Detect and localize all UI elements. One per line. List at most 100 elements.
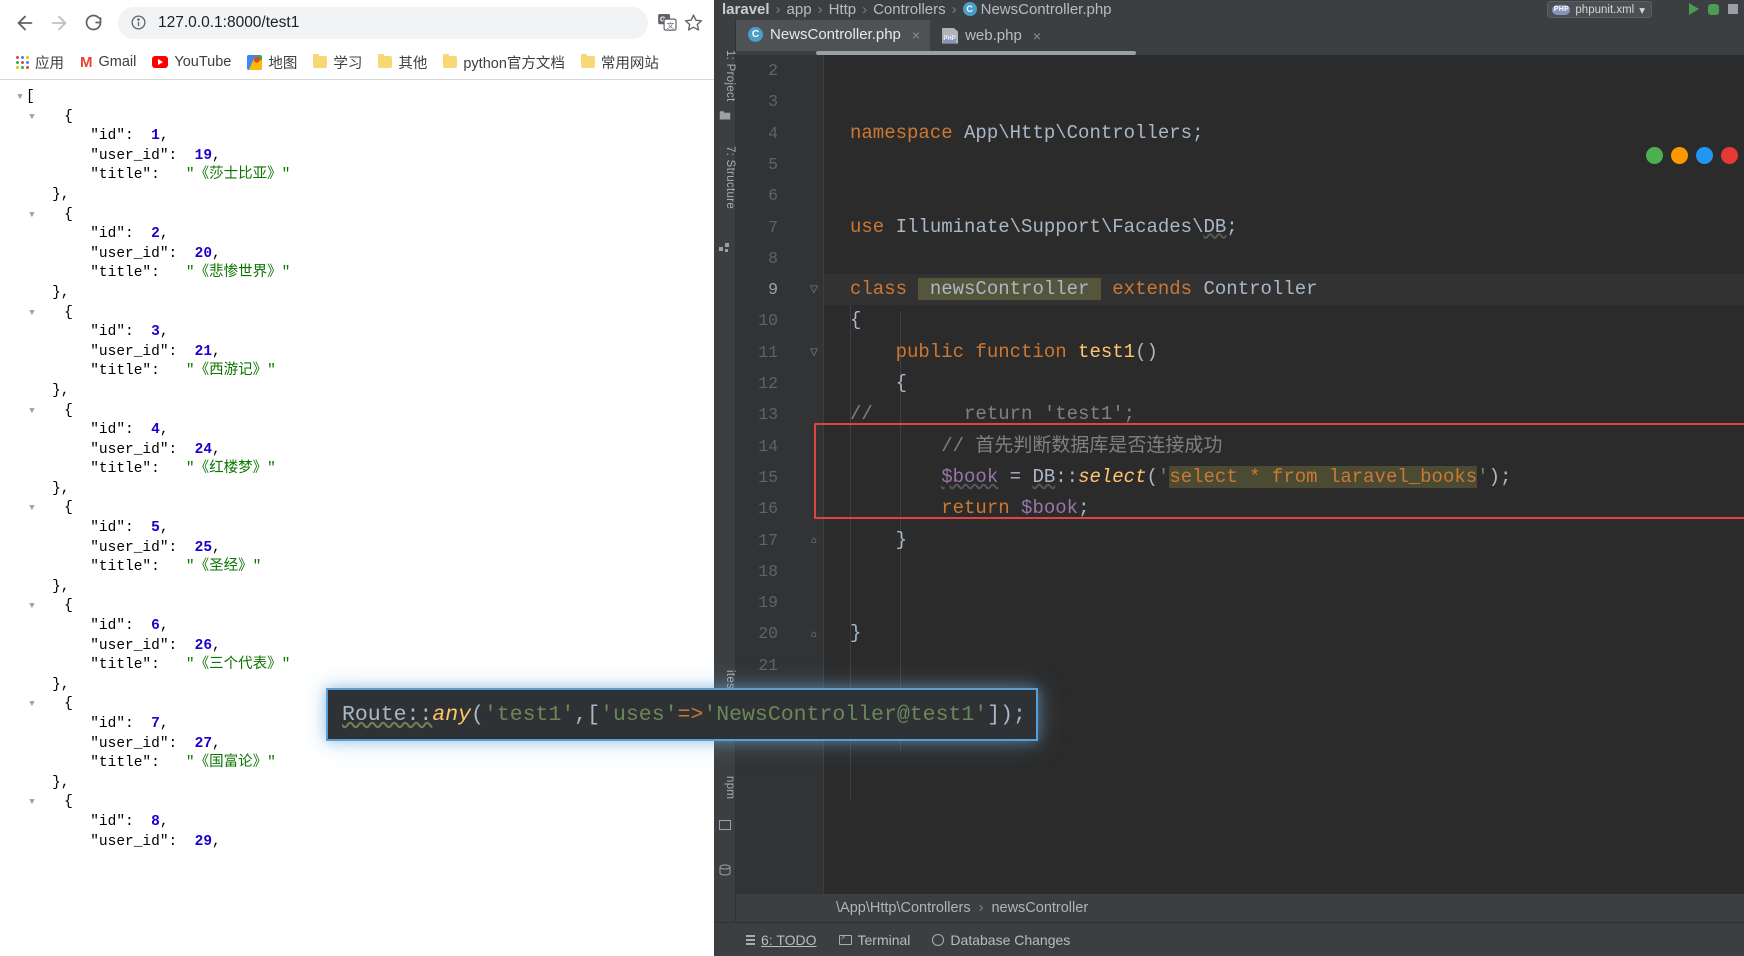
code-line-21[interactable] (824, 650, 1744, 681)
code-editor[interactable]: 2 3 4 5 6 7 8 9 10 11 12 13 14 15 16 17 18 19 20 21 ▽ ▽ ⌂ ⌂ nam… (736, 51, 1744, 894)
opera-preview-icon[interactable] (1721, 147, 1738, 164)
code-line-4[interactable]: namespace App\Http\Controllers; (824, 118, 1744, 149)
omnibox-actions: G 文 (656, 11, 706, 35)
code-line-19[interactable] (824, 587, 1744, 618)
json-collapse-triangle[interactable]: ▼ (26, 402, 38, 422)
fold-marker-icon[interactable]: ⌂ (808, 618, 820, 649)
chrome-preview-icon[interactable] (1646, 147, 1663, 164)
translate-icon[interactable]: G 文 (656, 13, 678, 33)
json-field-user-id: ▼▼ "user_id": 21, (38, 343, 221, 360)
folder-icon[interactable] (719, 108, 731, 120)
terminal-strip-icon[interactable] (719, 818, 731, 830)
code-line-15[interactable]: $book = DB::select('select * from larave… (824, 462, 1744, 493)
json-field-id: ▼▼ "id": 2, (38, 226, 169, 243)
run-triangle-icon[interactable] (1689, 3, 1699, 15)
status-database-changes[interactable]: Database Changes (932, 932, 1070, 948)
line-number: 16 (758, 499, 778, 519)
address-bar[interactable]: 127.0.0.1:8000/test1 (118, 6, 648, 39)
code-line-20[interactable]: } (824, 618, 1744, 649)
fold-marker-icon[interactable]: ▽ (808, 274, 820, 305)
project-tool-window[interactable]: 1: Project (714, 50, 736, 102)
tab-web-php[interactable]: PHP web.php × (930, 20, 1051, 51)
json-collapse-triangle[interactable]: ▼ (26, 499, 38, 519)
page-content: ▼[▼▼ {▼▼ "id": 1,▼▼ "user_id": 19,▼▼ "ti… (0, 79, 714, 956)
bookmark-youtube[interactable]: YouTube (146, 51, 237, 73)
fold-marker-icon[interactable]: ▽ (808, 337, 820, 368)
code-line-10[interactable]: { (824, 305, 1744, 336)
json-collapse-triangle[interactable]: ▼ (26, 206, 38, 226)
code-line-13[interactable]: // return 'test1'; (824, 399, 1744, 430)
bookmark-maps[interactable]: 地图 (241, 49, 303, 76)
code-line-9[interactable]: class newsController extends Controller (824, 274, 1744, 306)
url-text: 127.0.0.1:8000/test1 (158, 13, 300, 31)
bookmark-folder-python-docs[interactable]: python官方文档 (437, 49, 571, 76)
bookmark-star-icon[interactable] (680, 11, 706, 35)
breadcrumb-symbol[interactable]: newsController (991, 900, 1088, 916)
json-collapse-triangle[interactable]: ▼ (26, 695, 38, 715)
code-line-16[interactable]: return $book; (824, 493, 1744, 524)
route-code-snippet-popup: Route::any('test1',['uses'=>'NewsControl… (326, 688, 1038, 741)
status-terminal[interactable]: Terminal (838, 931, 911, 948)
bookmark-folder-common-sites[interactable]: 常用网站 (575, 49, 665, 76)
bookmark-apps[interactable]: 应用 (10, 49, 70, 76)
forward-button[interactable] (42, 6, 76, 40)
line-number: 11 (758, 342, 778, 362)
bookmark-label: Gmail (98, 54, 137, 70)
run-config-name: phpunit.xml (1575, 3, 1635, 16)
code-line-8[interactable] (824, 243, 1744, 274)
code-line-17[interactable]: } (824, 525, 1744, 556)
json-field-user-id: ▼▼ "user_id": 24, (38, 441, 221, 458)
firefox-preview-icon[interactable] (1671, 147, 1688, 164)
nav-item-app[interactable]: app (787, 1, 812, 18)
json-collapse-triangle[interactable]: ▼ (26, 597, 38, 617)
status-todo[interactable]: 6: TODO (746, 932, 817, 948)
bookmark-folder-study[interactable]: 学习 (307, 49, 368, 76)
breadcrumb-path[interactable]: \App\Http\Controllers (836, 900, 971, 916)
json-collapse-triangle[interactable]: ▼ (26, 108, 38, 128)
favorites-tool-window[interactable]: ites (714, 670, 736, 689)
tab-newscontroller-php[interactable]: C NewsController.php × (736, 20, 931, 51)
structure-tool-window[interactable]: 7: Structure (714, 146, 736, 209)
code-lines[interactable]: namespace App\Http\Controllers; use Illu… (814, 55, 1744, 894)
chevron-down-icon[interactable]: ▾ (1639, 3, 1645, 17)
debug-bug-icon[interactable] (1708, 3, 1719, 15)
stop-square-icon[interactable] (1728, 4, 1738, 14)
json-collapse-triangle[interactable]: ▼ (14, 88, 26, 108)
nav-item-controllers[interactable]: Controllers (873, 1, 946, 18)
status-terminal-label: Terminal (857, 931, 911, 948)
info-circle-icon[interactable] (130, 14, 148, 32)
bookmark-label: 其他 (398, 55, 428, 72)
database-strip-icon[interactable] (719, 863, 731, 876)
code-line-18[interactable] (824, 556, 1744, 587)
code-line-11[interactable]: public function test1() (824, 337, 1744, 368)
line-number: 8 (768, 248, 778, 268)
back-button[interactable] (8, 6, 42, 40)
nav-item-http[interactable]: Http (829, 1, 857, 18)
reload-button[interactable] (76, 6, 110, 40)
npm-tool-window[interactable]: npm (714, 776, 736, 799)
grid-icon[interactable] (719, 240, 731, 252)
nav-item-file[interactable]: NewsController.php (981, 1, 1112, 18)
run-configuration-selector[interactable]: PHP phpunit.xml ▾ (1547, 1, 1652, 18)
route-code-segment: ]); (987, 702, 1026, 727)
json-field-title: ▼▼ "title": "《西游记》" (38, 363, 276, 380)
json-collapse-triangle[interactable]: ▼ (26, 304, 38, 324)
close-icon[interactable]: × (912, 27, 920, 43)
code-line-6[interactable] (824, 180, 1744, 211)
json-collapse-triangle[interactable]: ▼ (26, 793, 38, 813)
line-number: 18 (758, 561, 778, 581)
code-line-5[interactable] (824, 149, 1744, 180)
fold-marker-icon[interactable]: ⌂ (808, 525, 820, 556)
code-line-12[interactable]: { (824, 368, 1744, 399)
json-field-id: ▼▼ "id": 6, (38, 618, 169, 635)
code-line-14[interactable]: // 首先判断数据库是否连接成功 (824, 431, 1744, 462)
code-line-7[interactable]: use Illuminate\Support\Facades\DB; (824, 212, 1744, 243)
bookmark-gmail[interactable]: M Gmail (74, 51, 142, 73)
code-line-3[interactable] (824, 86, 1744, 117)
code-line-2[interactable] (824, 55, 1744, 86)
nav-project-name[interactable]: laravel (722, 1, 770, 18)
edge-preview-icon[interactable] (1696, 147, 1713, 164)
close-icon[interactable]: × (1033, 28, 1041, 44)
json-field-id: ▼▼ "id": 8, (38, 813, 169, 830)
bookmark-folder-other[interactable]: 其他 (372, 49, 433, 76)
